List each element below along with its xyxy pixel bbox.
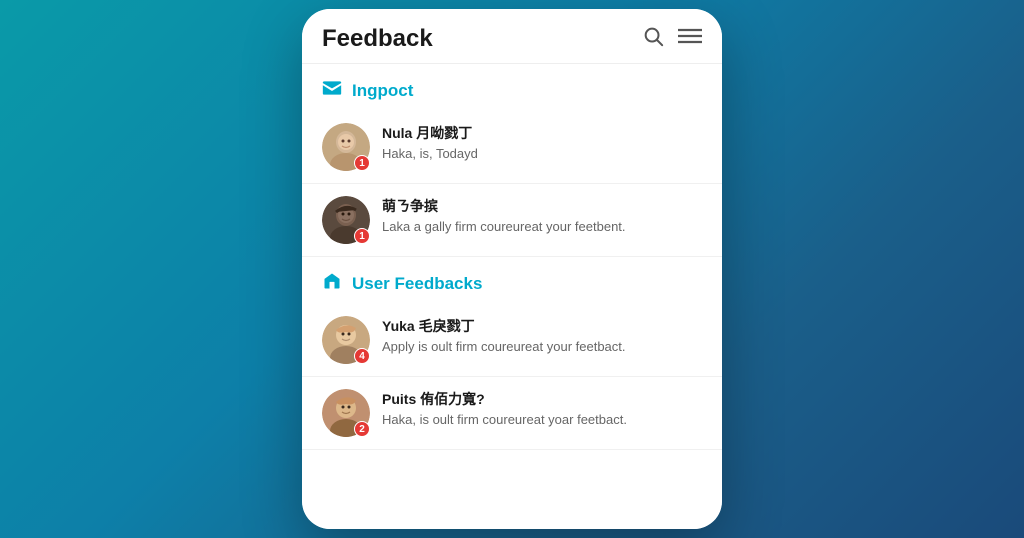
app-panel: Feedback xyxy=(302,9,722,529)
avatar-container: 4 xyxy=(322,316,370,364)
message-content: Puits 侑佰力寬? Haka, is oult firm coureurea… xyxy=(382,389,702,427)
message-content: Nula 月呦戮丁 Haka, is, Todayd xyxy=(382,123,702,161)
avatar-container: 1 xyxy=(322,123,370,171)
avatar-container: 2 xyxy=(322,389,370,437)
inbox-section-title: Ingpoct xyxy=(352,81,413,101)
section-feedbacks-header: User Feedbacks xyxy=(302,257,722,304)
message-content: Yuka 毛戾戮丁 Apply is oult firm coureureat … xyxy=(382,316,702,354)
menu-icon[interactable] xyxy=(678,25,702,53)
notification-badge: 2 xyxy=(354,421,370,437)
avatar-container: 1 xyxy=(322,196,370,244)
home-icon xyxy=(322,271,342,296)
message-preview: Haka, is oult firm coureureat yoar feetb… xyxy=(382,412,702,427)
page-title: Feedback xyxy=(322,25,433,53)
sender-name: 萌ㄋ争摈 xyxy=(382,196,702,216)
message-preview: Haka, is, Todayd xyxy=(382,146,702,161)
sender-name: Yuka 毛戾戮丁 xyxy=(382,316,702,336)
inbox-icon xyxy=(322,78,342,103)
section-inbox-header: Ingpoct xyxy=(302,64,722,111)
message-preview: Laka a gally firm coureureat your feetbe… xyxy=(382,219,702,234)
app-header: Feedback xyxy=(302,9,722,64)
list-item[interactable]: 1 Nula 月呦戮丁 Haka, is, Todayd xyxy=(302,111,722,184)
sender-name: Puits 侑佰力寬? xyxy=(382,389,702,409)
sender-name: Nula 月呦戮丁 xyxy=(382,123,702,143)
notification-badge: 1 xyxy=(354,155,370,171)
message-content: 萌ㄋ争摈 Laka a gally firm coureureat your f… xyxy=(382,196,702,234)
search-icon[interactable] xyxy=(642,25,664,53)
list-item[interactable]: 2 Puits 侑佰力寬? Haka, is oult firm coureur… xyxy=(302,377,722,450)
list-item[interactable]: 1 萌ㄋ争摈 Laka a gally firm coureureat your… xyxy=(302,184,722,257)
feedbacks-section-title: User Feedbacks xyxy=(352,274,482,294)
header-actions xyxy=(642,25,702,53)
content-area: Ingpoct 1 Nula 月呦戮丁 xyxy=(302,64,722,529)
list-item[interactable]: 4 Yuka 毛戾戮丁 Apply is oult firm coureurea… xyxy=(302,304,722,377)
notification-badge: 1 xyxy=(354,228,370,244)
notification-badge: 4 xyxy=(354,348,370,364)
message-preview: Apply is oult firm coureureat your feetb… xyxy=(382,339,702,354)
